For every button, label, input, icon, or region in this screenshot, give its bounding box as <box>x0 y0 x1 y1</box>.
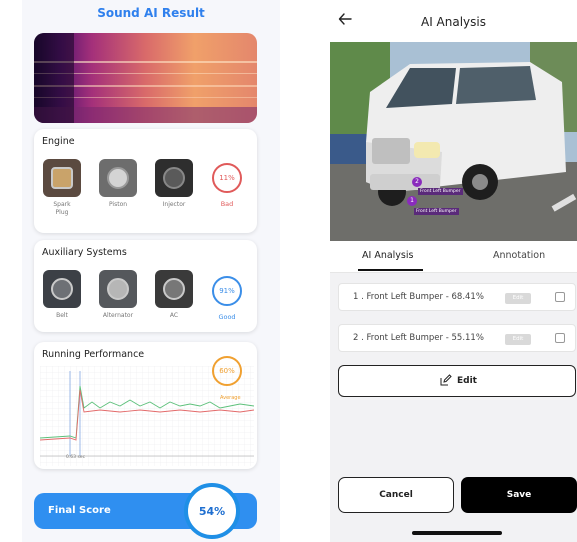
vehicle-photo: 2 Front Left Bumper 1 Front Left Bumper <box>330 42 577 241</box>
sound-ai-result-screen: Sound AI Result Engine Spark Plug Piston… <box>22 0 280 542</box>
damage-marker-label: Front Left Bumper <box>414 208 459 215</box>
engine-score: 11% <box>219 174 235 182</box>
engine-card: Engine Spark Plug Piston Injector 11% Ba… <box>34 129 257 233</box>
result-checkbox[interactable] <box>555 292 565 302</box>
final-score-value: 54% <box>198 504 226 518</box>
aux-item-belt[interactable]: Belt <box>40 270 84 320</box>
performance-legend: Average <box>220 395 241 401</box>
edit-tag[interactable]: Edit <box>505 334 531 345</box>
auxiliary-title: Auxiliary Systems <box>42 247 127 258</box>
edit-button[interactable]: Edit <box>338 365 576 397</box>
auxiliary-card: Auxiliary Systems Belt Alternator AC 91%… <box>34 240 257 332</box>
engine-item-piston[interactable]: Piston <box>96 159 140 209</box>
header: AI Analysis <box>330 0 577 42</box>
cancel-button[interactable]: Cancel <box>338 477 454 513</box>
auxiliary-score: 91% <box>219 287 235 295</box>
spectrogram-image <box>34 33 257 123</box>
aux-item-alternator[interactable]: Alternator <box>96 270 140 320</box>
item-label: Spark Plug <box>53 201 71 216</box>
damage-marker-label: Front Left Bumper <box>418 188 463 195</box>
alternator-image <box>99 270 137 308</box>
final-score-circle: 54% <box>184 483 240 539</box>
injector-image <box>155 159 193 197</box>
active-tab-indicator <box>358 269 423 271</box>
tab-annotation[interactable]: Annotation <box>493 250 545 261</box>
item-label: Piston <box>108 201 128 208</box>
performance-score-ring: 60% <box>212 356 242 386</box>
page-title: Sound AI Result <box>97 6 205 20</box>
marker-number: 1 <box>410 197 414 204</box>
engine-score-ring: 11% <box>212 163 242 193</box>
running-performance-card: Running Performance 60% Average 0.63 sec <box>34 342 257 469</box>
aux-item-ac[interactable]: AC <box>152 270 196 320</box>
item-label: Belt <box>56 312 68 319</box>
result-text: 2 . Front Left Bumper - 55.11% <box>353 333 484 343</box>
result-row: 1 . Front Left Bumper - 68.41% Edit <box>338 283 576 311</box>
save-button[interactable]: Save <box>461 477 577 513</box>
damage-marker-1[interactable]: 1 <box>407 196 417 206</box>
tab-bar: AI Analysis Annotation <box>330 241 577 273</box>
running-performance-title: Running Performance <box>42 349 145 360</box>
tab-ai-analysis[interactable]: AI Analysis <box>362 250 413 261</box>
item-label: Injector <box>162 201 186 208</box>
item-label: Alternator <box>102 312 134 319</box>
auxiliary-status: Good <box>218 313 236 321</box>
engine-item-injector[interactable]: Injector <box>152 159 196 209</box>
engine-title: Engine <box>42 136 75 147</box>
belt-image <box>43 270 81 308</box>
performance-score: 60% <box>219 367 235 375</box>
final-score-bar: Final Score 54% <box>34 483 257 539</box>
results-panel: 1 . Front Left Bumper - 68.41% Edit 2 . … <box>330 273 577 542</box>
edit-button-label: Edit <box>457 376 477 386</box>
final-score-label: Final Score <box>48 505 111 516</box>
piston-image <box>99 159 137 197</box>
engine-status: Bad <box>220 200 234 208</box>
marker-number: 2 <box>415 178 419 185</box>
result-row: 2 . Front Left Bumper - 55.11% Edit <box>338 324 576 352</box>
ai-analysis-screen: AI Analysis 2 Front Left Bumper 1 Front … <box>330 0 577 542</box>
result-checkbox[interactable] <box>555 333 565 343</box>
result-text: 1 . Front Left Bumper - 68.41% <box>353 292 484 302</box>
damage-marker-2[interactable]: 2 <box>412 177 422 187</box>
ac-image <box>155 270 193 308</box>
edit-icon <box>440 374 452 386</box>
auxiliary-score-ring: 91% <box>212 276 242 306</box>
item-label: AC <box>169 312 179 319</box>
engine-item-spark-plug[interactable]: Spark Plug <box>40 159 84 217</box>
home-indicator <box>412 531 502 535</box>
edit-tag[interactable]: Edit <box>505 293 531 304</box>
page-title: AI Analysis <box>420 15 486 29</box>
spark-plug-image <box>43 159 81 197</box>
performance-axis-label: 0.63 sec <box>66 455 86 460</box>
